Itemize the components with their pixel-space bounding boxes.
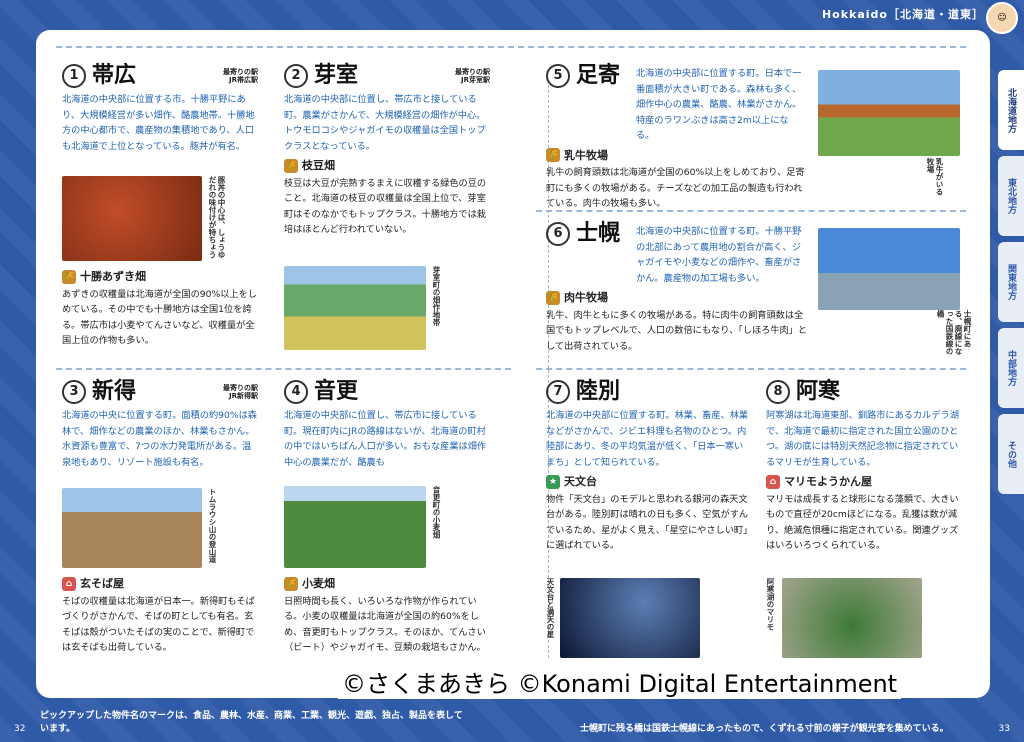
- section-text: 阿寒湖は北海道東部、釧路市にあるカルデラ湖で、北海道で最初に指定された国立公園の…: [766, 410, 959, 468]
- tab-chubu[interactable]: 中部地方: [998, 328, 1024, 408]
- region-header: Hokkaido［北海道・道東］: [821, 8, 984, 21]
- photo-caption: 士幌町にある、廃線になった国鉄線の橋: [936, 310, 972, 355]
- section-number: 4: [284, 380, 308, 404]
- page-number-left: 32: [14, 724, 26, 734]
- photo-caption: 阿寒湖のマリモ: [766, 578, 775, 631]
- subsection-title: 枝豆畑: [302, 159, 335, 172]
- tab-tohoku[interactable]: 東北地方: [998, 156, 1024, 236]
- sub-otofuke: 🌾 小麦畑 日照時間も長く、いろいろな作物が作られている。小麦の収穫量は北海道が全…: [284, 572, 490, 656]
- shop-icon: ⌂: [766, 474, 780, 489]
- section-number: 2: [284, 64, 308, 88]
- divider-right-mid2: [536, 368, 966, 370]
- section-title: 芽室: [314, 63, 359, 89]
- region-tabs: 北海道地方 東北地方 関東地方 中部地方 その他: [998, 70, 1024, 500]
- section-obihiro: 1 帯広 最寄りの駅 JR帯広駅 北海道の中央部に位置する市。十勝平野にあり、大規模経…: [62, 64, 258, 154]
- subsection-title: 乳牛牧場: [564, 148, 608, 162]
- marimo-photo: [782, 578, 922, 658]
- shop-icon: ⌂: [62, 576, 76, 591]
- section-akan: 8 阿寒 阿寒湖は北海道東部、釧路市にあるカルデラ湖で、北海道で最初に指定された国…: [766, 380, 966, 554]
- observatory-icon: ★: [546, 474, 560, 489]
- agriculture-icon: 🌾: [62, 269, 76, 284]
- section-title: 陸別: [576, 379, 621, 405]
- pasture-photo: [818, 70, 960, 156]
- photo-caption: 音更町の小麦畑: [432, 486, 441, 539]
- section-number: 7: [546, 380, 570, 404]
- field-photo: [284, 266, 426, 350]
- footer-note: 士幌町に残る橋は国鉄士幌線にあったもので、くずれる寸前の様子が観光客を集めている…: [580, 724, 949, 734]
- copyright: ©さくまあきら ©Konami Digital Entertainment: [338, 664, 902, 699]
- tab-hokkaido[interactable]: 北海道地方: [998, 70, 1024, 150]
- section-shihoro: 6 士幌 北海道の中央部に位置する町。十勝平野の北部にあって農用地の割合が高く、ジ…: [546, 222, 808, 354]
- mascot-icon: ☺: [986, 2, 1018, 34]
- bridge-photo: [818, 228, 960, 310]
- section-title: 帯広: [92, 63, 137, 89]
- section-ashoro: 5 足寄 北海道の中央部に位置する町。日本で一番面積が大きい町である。森林も多く、…: [546, 64, 808, 212]
- agriculture-icon: 🌾: [546, 290, 560, 305]
- subsection-text: あずきの収穫量は北海道が全国の90%以上をしめている。その中でも十勝地方は全国1…: [62, 288, 257, 347]
- section-number: 8: [766, 380, 790, 404]
- section-title: 士幌: [576, 221, 621, 247]
- photo-caption: 豚丼の中心は、しょうゆだれの味付けが特ちょう: [208, 176, 226, 259]
- section-number: 1: [62, 64, 86, 88]
- footer-legend: ピックアップした物件名のマークは、食品、農林、水産、商業、工業、観光、遊戯、独占…: [40, 711, 463, 734]
- photo-caption: トムラウシ山の登山道: [208, 488, 217, 563]
- stars-photo: [560, 578, 700, 658]
- subsection-text: そばの収穫量は北海道が日本一。新得町もそばづくりがさかんで、そばの町としても有名…: [62, 595, 255, 654]
- section-title: 足寄: [576, 63, 621, 89]
- section-text: 北海道の中央部に位置し、帯広市に接している町。現在町内にJRの路線はないが、北海…: [284, 410, 487, 468]
- section-memuro: 2 芽室 最寄りの駅 JR芽室駅 北海道の中央部に位置し、帯広市と接している町。農業が…: [284, 64, 490, 238]
- sub-shintoku: ⌂ 玄そば屋 そばの収穫量は北海道が日本一。新得町もそばづくりがさかんで、そばの町…: [62, 572, 258, 656]
- subsection-text: 乳牛の飼育頭数は北海道が全国の60%以上をしめており、足寄町にも多くの牧場がある…: [546, 167, 805, 209]
- photo-caption: 芽室町の畑作地帯: [432, 266, 441, 326]
- section-number: 5: [546, 64, 570, 88]
- section-text: 北海道の中央部に位置し、帯広市と接している町。農業がさかんで、大規模経営の畑作が…: [284, 94, 486, 152]
- subsection-text: 物件「天文台」のモデルと思われる銀河の森天文台がある。陸別町は晴れの日も多く、空…: [546, 493, 749, 552]
- tab-other[interactable]: その他: [998, 414, 1024, 494]
- agriculture-icon: 🌾: [284, 158, 298, 173]
- section-text: 北海道の中央部に位置する町。十勝平野の北部にあって農用地の割合が高く、ジャガイモ…: [636, 226, 802, 284]
- sub-obihiro: 🌾 十勝あずき畑 あずきの収穫量は北海道が全国の90%以上をしめている。その中でも…: [62, 265, 258, 349]
- subsection-text: 枝豆は大豆が完熟するまえに収穫する緑色の豆のこと。北海道の枝豆の収穫量は全国上位…: [284, 177, 487, 236]
- divider-left-mid: [56, 368, 511, 370]
- section-otofuke: 4 音更 北海道の中央部に位置し、帯広市に接している町。現在町内にJRの路線はない…: [284, 380, 490, 470]
- section-rikubetsu: 7 陸別 北海道の中央部に位置する町。林業、畜産、林業などがさかんで、ジビエ料理も…: [546, 380, 752, 554]
- section-number: 6: [546, 222, 570, 246]
- subsection-text: 日照時間も長く、いろいろな作物が作られている。小麦の収穫量は北海道が全国の約60…: [284, 595, 486, 654]
- subsection-text: マリモは成長すると球形になる藻類で、大きいもので直径が20cmほどになる。乱獲は…: [766, 493, 959, 552]
- subsection-title: マリモようかん屋: [784, 475, 872, 488]
- subsection-title: 小麦畑: [302, 577, 335, 590]
- nearest-station: 最寄りの駅 JR帯広駅: [223, 68, 258, 84]
- subsection-text: 乳牛、肉牛ともに多くの牧場がある。特に肉牛の飼育頭数は全国でもトップレベルで、人…: [546, 309, 808, 352]
- wheat-photo: [284, 486, 426, 568]
- section-title: 阿寒: [796, 379, 841, 405]
- subsection-title: 天文台: [564, 475, 597, 488]
- subsection-title: 肉牛牧場: [564, 291, 608, 304]
- subsection-title: 十勝あずき畑: [80, 270, 146, 283]
- section-title: 新得: [92, 379, 137, 405]
- section-text: 北海道の中央に位置する町。面積の約90%は森林で、畑作などの農業のほか、林業もさ…: [62, 410, 257, 468]
- subsection-title: 玄そば屋: [80, 577, 124, 590]
- section-shintoku: 3 新得 最寄りの駅 JR新得駅 北海道の中央に位置する町。面積の約90%は森林で、畑…: [62, 380, 258, 470]
- photo-caption: 天文台と満天の星: [546, 578, 555, 638]
- section-title: 音更: [314, 379, 359, 405]
- agriculture-icon: 🌾: [284, 576, 298, 591]
- section-number: 3: [62, 380, 86, 404]
- nearest-station: 最寄りの駅 JR芽室駅: [455, 68, 490, 84]
- section-text: 北海道の中央部に位置する町。日本で一番面積が大きい町である。森林も多く、畑作中心…: [636, 68, 802, 141]
- mountain-photo: [62, 488, 202, 568]
- tab-kanto[interactable]: 関東地方: [998, 242, 1024, 322]
- butadon-photo: [62, 176, 202, 261]
- section-text: 北海道の中央部に位置する市。十勝平野にあり、大規模経営が多い畑作、酪農地帯。十勝…: [62, 94, 255, 152]
- section-text: 北海道の中央部に位置する町。林業、畜産、林業などがさかんで、ジビエ料理も名物のひ…: [546, 410, 749, 468]
- page-spread: 1 帯広 最寄りの駅 JR帯広駅 北海道の中央部に位置する市。十勝平野にあり、大規模経…: [36, 30, 990, 698]
- agriculture-icon: 🌾: [546, 148, 560, 163]
- page-number-right: 33: [998, 724, 1010, 734]
- photo-caption: 乳牛がいる牧場: [926, 158, 944, 196]
- divider-top: [56, 46, 966, 48]
- nearest-station: 最寄りの駅 JR新得駅: [223, 384, 258, 400]
